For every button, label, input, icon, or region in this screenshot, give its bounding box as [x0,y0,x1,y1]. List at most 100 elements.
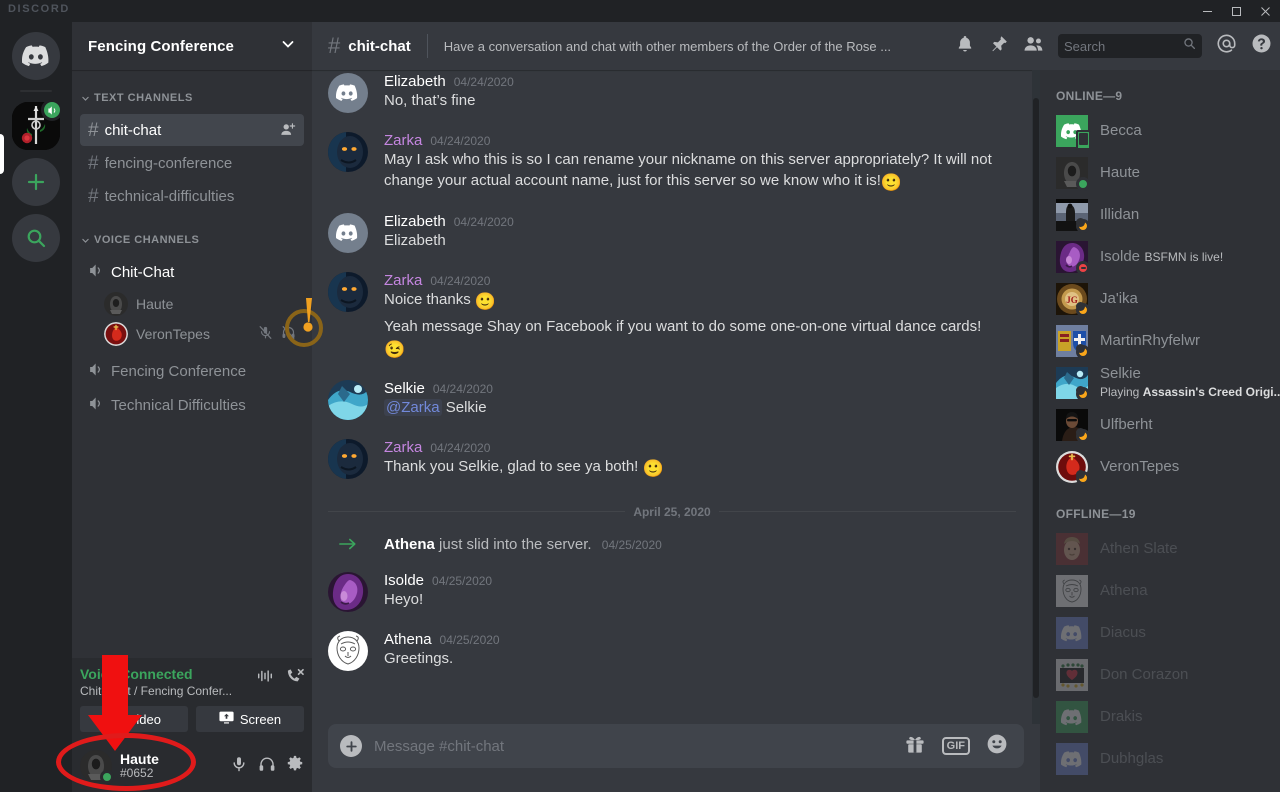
message-scroll-region[interactable]: Elizabeth 04/24/2020 No, that’s fine Zar… [312,70,1040,724]
category-text-channels[interactable]: TEXT CHANNELS [72,86,312,110]
headphones-icon[interactable] [258,755,276,778]
avatar[interactable] [328,73,368,113]
channel-list: TEXT CHANNELS # chit-chat # fencing-conf… [72,70,312,658]
voice-channel-fencing-conference[interactable]: Fencing Conference [80,355,304,387]
microphone-icon[interactable] [230,755,248,778]
speaker-icon [88,395,105,416]
status-indicator-idle [1076,218,1090,233]
window-controls [1193,0,1280,22]
search-placeholder: Search [1064,38,1106,54]
scrollbar-thumb[interactable] [1033,98,1039,698]
message-input[interactable]: Message #chit-chat [374,738,904,755]
channel-fencing-conference[interactable]: # fencing-conference [80,147,304,179]
voice-panel-text: Voice Connected Chit-Chat / Fencing Conf… [80,666,232,698]
channel-technical-difficulties[interactable]: # technical-difficulties [80,180,304,212]
avatar [1056,367,1090,401]
member-martinrhyfelwr[interactable]: MartinRhyfelwr [1048,320,1272,362]
member-athena[interactable]: Athena [1048,570,1272,612]
message-author[interactable]: Elizabeth [384,73,446,90]
member-becca[interactable]: Becca [1048,110,1272,152]
screen-share-button[interactable]: Screen [196,706,304,732]
message-author[interactable]: Zarka [384,132,422,149]
user-mention[interactable]: @Zarka [384,399,442,417]
guild-home-button[interactable] [12,32,60,80]
avatar[interactable] [328,380,368,421]
add-server-button[interactable] [12,158,60,206]
message-author[interactable]: Selkie [384,380,425,397]
member-diacus[interactable]: Diacus [1048,612,1272,654]
signal-icon[interactable] [256,668,274,689]
system-message-user[interactable]: Athena [384,536,435,553]
avatar [1056,199,1090,233]
avatar [1056,617,1088,649]
voice-channel-technical-difficulties[interactable]: Technical Difficulties [80,389,304,421]
member-don-corazon[interactable]: Don Corazon [1048,654,1272,696]
current-user-name: Haute [120,750,159,767]
avatar[interactable] [328,272,368,312]
member-athen-slate[interactable]: Athen Slate [1048,528,1272,570]
pin-icon[interactable] [989,34,1009,59]
gif-button[interactable]: GIF [941,737,970,755]
channel-chit-chat[interactable]: # chit-chat [80,114,304,146]
member-verontepes[interactable]: VeronTepes [1048,446,1272,488]
emoji-icon[interactable] [986,733,1008,760]
add-member-icon[interactable] [280,122,296,138]
explore-servers-button[interactable] [12,214,60,262]
voice-user-haute[interactable]: Haute [96,289,304,319]
member-haute[interactable]: Haute [1048,152,1272,194]
mentions-icon[interactable] [1216,33,1237,59]
category-voice-channels[interactable]: VOICE CHANNELS [72,228,312,252]
member-isolde[interactable]: Isolde BSFMN is live! [1048,236,1272,278]
screen-share-icon [219,711,234,727]
message: Elizabeth 04/24/2020 Elizabeth [312,211,1032,253]
message-text: Elizabeth [384,232,446,249]
message-author[interactable]: Athena [384,631,432,648]
member-ulfberht[interactable]: Ulfberht [1048,404,1272,446]
members-icon[interactable] [1023,34,1044,59]
message-author[interactable]: Zarka [384,439,422,456]
member-name: Haute [1100,163,1141,181]
maximize-button[interactable] [1222,0,1251,22]
disconnect-call-icon[interactable] [286,668,304,689]
guild-order-of-the-rose[interactable] [12,99,63,150]
member-text: VeronTepes [1100,458,1179,476]
search-input[interactable]: Search [1058,34,1202,58]
server-header[interactable]: Fencing Conference [72,22,312,70]
member-jaika[interactable]: JG Ja'ika [1048,278,1272,320]
voice-channel-chit-chat[interactable]: Chit-Chat [80,256,304,288]
message-author[interactable]: Isolde [384,572,424,589]
member-drakis[interactable]: Drakis [1048,696,1272,738]
active-guild-pill [0,134,4,174]
member-name: Selkie [1100,364,1141,382]
member-name: Illidan [1100,205,1140,223]
message: Athena 04/25/2020 Greetings. [312,629,1032,671]
message-author[interactable]: Zarka [384,272,422,289]
add-attachment-icon[interactable] [328,735,374,757]
message: Zarka 04/24/2020 May I ask who this is s… [312,130,1032,194]
channel-name: chit-chat [104,121,162,139]
bell-icon[interactable] [955,34,975,59]
message-scrollbar[interactable] [1032,70,1040,724]
member-illidan[interactable]: Illidan [1048,194,1272,236]
video-button[interactable]: Video [80,706,188,732]
composer-box[interactable]: Message #chit-chat GIF [328,724,1024,768]
member-selkie[interactable]: Selkie Playing Assassin's Creed Origi... [1048,362,1280,404]
avatar[interactable] [328,630,368,671]
close-button[interactable] [1251,0,1280,22]
voice-user-verontepes[interactable]: VeronTepes [96,319,304,349]
minimize-button[interactable] [1193,0,1222,22]
gear-icon[interactable] [286,755,304,778]
voice-panel-buttons: Video Screen [80,706,304,732]
current-user-names: Haute #0652 [120,750,222,781]
avatar[interactable] [328,132,368,172]
member-text: Diacus [1100,624,1146,642]
avatar[interactable] [80,750,114,784]
message-author[interactable]: Elizabeth [384,213,446,230]
member-dubhglas[interactable]: Dubhglas [1048,738,1272,780]
avatar[interactable] [328,439,368,480]
message-body: Elizabeth 04/24/2020 Elizabeth [384,213,1016,253]
gift-icon[interactable] [904,733,926,760]
avatar[interactable] [328,213,368,253]
avatar[interactable] [328,571,368,612]
help-icon[interactable] [1251,33,1272,59]
